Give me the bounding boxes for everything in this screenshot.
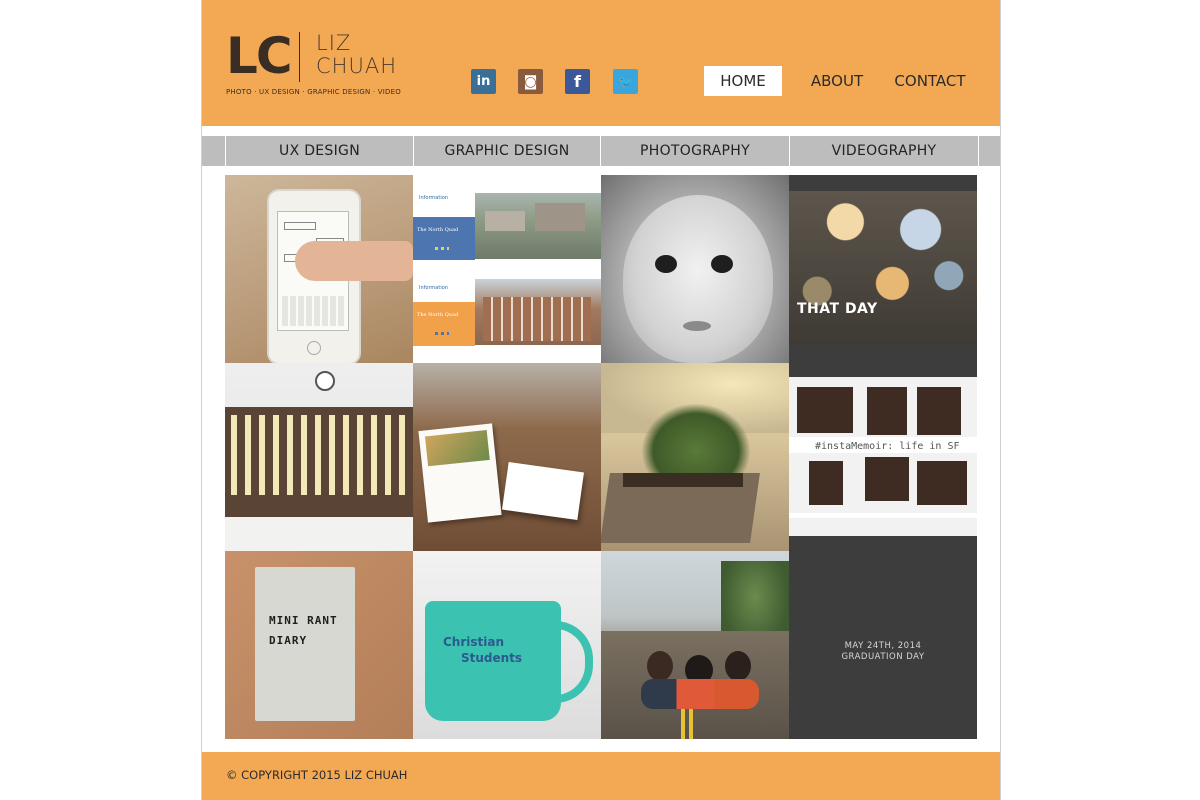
- campus-building-image: [475, 279, 601, 345]
- linkedin-icon[interactable]: in: [471, 69, 496, 94]
- logo-tagline: PHOTO · UX DESIGN · GRAPHIC DESIGN · VID…: [226, 88, 401, 96]
- site-header: LC LIZ CHUAH PHOTO · UX DESIGN · GRAPHIC…: [202, 0, 1000, 126]
- linkedin-glyph: in: [476, 74, 491, 89]
- logo-name: LIZ CHUAH: [316, 32, 397, 78]
- brochure-label-1: The North Quad: [417, 227, 459, 233]
- page: LC LIZ CHUAH PHOTO · UX DESIGN · GRAPHIC…: [201, 0, 1001, 800]
- tile-christian-students-mug[interactable]: Christian Students: [413, 551, 601, 739]
- category-bar: UX DESIGN GRAPHIC DESIGN PHOTOGRAPHY VID…: [202, 136, 1000, 166]
- tile-brochure-design[interactable]: Information The North Quad Information T…: [413, 175, 601, 363]
- category-videography[interactable]: VIDEOGRAPHY: [789, 136, 979, 166]
- facebook-icon[interactable]: f: [565, 69, 590, 94]
- that-day-title: THAT DAY: [797, 301, 878, 317]
- aerial-campus-image: [475, 193, 601, 259]
- category-graphic-design[interactable]: GRAPHIC DESIGN: [413, 136, 600, 166]
- category-ux-design[interactable]: UX DESIGN: [225, 136, 413, 166]
- twitter-icon[interactable]: 🐦: [613, 69, 638, 94]
- insta-memoir-caption: #instaMemoir: life in SF: [815, 441, 960, 452]
- notebook-text: MINI RANT DIARY: [269, 614, 338, 647]
- twitter-glyph: 🐦: [618, 74, 633, 89]
- hand-image: [295, 241, 413, 281]
- mug-text-line2: Students: [461, 651, 523, 665]
- tile-insta-memoir[interactable]: #instaMemoir: life in SF: [789, 377, 977, 536]
- tile-affinity-wall[interactable]: [225, 363, 413, 551]
- site-footer: © COPYRIGHT 2015 LIZ CHUAH: [202, 752, 1000, 800]
- logo-name-last: CHUAH: [316, 54, 397, 78]
- portfolio-grid: Information The North Quad Information T…: [225, 175, 977, 739]
- nav-about[interactable]: ABOUT: [802, 66, 872, 96]
- tile-friends-street-photo[interactable]: [601, 551, 789, 739]
- nav-contact[interactable]: CONTACT: [890, 66, 970, 96]
- facebook-glyph: f: [574, 72, 581, 91]
- copyright-text: © COPYRIGHT 2015 LIZ CHUAH: [226, 768, 408, 782]
- tile-phone-prototype[interactable]: [225, 175, 413, 363]
- category-photography[interactable]: PHOTOGRAPHY: [600, 136, 789, 166]
- tile-succulent-plant[interactable]: [601, 363, 789, 551]
- mug-text-line1: Christian: [443, 635, 505, 649]
- logo-monogram: LC: [226, 27, 293, 85]
- nav-home[interactable]: HOME: [704, 66, 782, 96]
- instagram-glyph: ◙: [523, 73, 538, 90]
- tile-business-cards[interactable]: [413, 363, 601, 551]
- tile-mini-rant-diary[interactable]: MINI RANT DIARY: [225, 551, 413, 739]
- logo-divider: [299, 32, 300, 82]
- graduation-title: GRADUATION DAY: [841, 652, 925, 662]
- tile-graduation-day[interactable]: MAY 24TH, 2014 GRADUATION DAY: [789, 536, 977, 739]
- brochure-label-2: The North Quad: [417, 312, 459, 318]
- graduation-date: MAY 24TH, 2014: [844, 641, 922, 651]
- instagram-icon[interactable]: ◙: [518, 69, 543, 94]
- tile-child-portrait[interactable]: [601, 175, 789, 363]
- tile-that-day-video[interactable]: THAT DAY: [789, 175, 977, 377]
- logo-name-first: LIZ: [316, 31, 352, 55]
